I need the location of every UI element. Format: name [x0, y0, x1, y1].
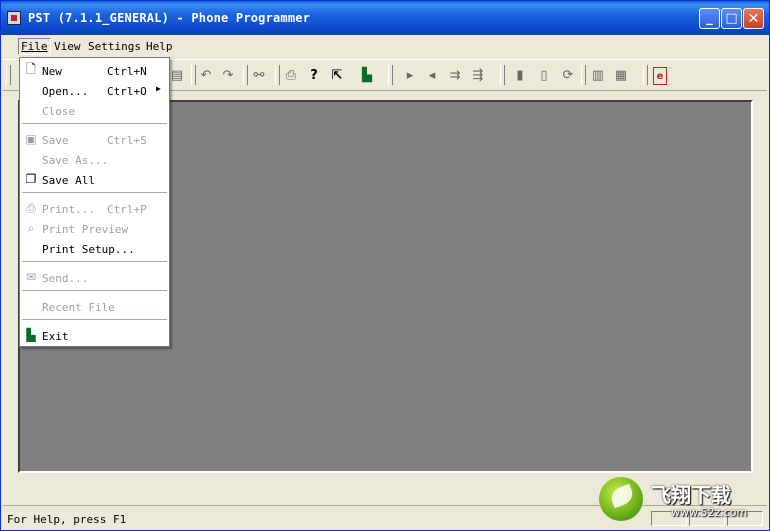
paste-icon[interactable]: ▤	[168, 66, 186, 84]
close-icon: ✕	[747, 10, 760, 27]
watermark-url: www.52z.com	[671, 506, 748, 519]
undo-icon[interactable]: ↶	[197, 66, 215, 84]
write-phone-icon[interactable]: ◂	[423, 66, 441, 84]
menu-item-open[interactable]: Open... Ctrl+O ▶	[20, 81, 169, 99]
print-preview-icon: ⌕	[27, 220, 35, 235]
minimize-button[interactable]: _	[699, 8, 720, 29]
watermark-logo: 飞翔下载 www.52z.com	[593, 473, 763, 527]
title-bar[interactable]: PST (7.1.1_GENERAL) - Phone Programmer _…	[1, 1, 769, 35]
menu-settings[interactable]: Settings	[88, 40, 141, 53]
menu-item-exit[interactable]: ▙ Exit	[20, 326, 169, 344]
menu-item-send[interactable]: ✉ Send...	[20, 268, 169, 286]
window-title: PST (7.1.1_GENERAL) - Phone Programmer	[28, 11, 311, 25]
edit-icon[interactable]: e	[653, 67, 667, 85]
menu-item-print-setup[interactable]: Print Setup...	[20, 239, 169, 257]
menu-item-recent-file[interactable]: Recent File	[20, 297, 169, 315]
menu-separator	[22, 192, 167, 193]
menu-view[interactable]: View	[54, 40, 81, 53]
transfer-icon[interactable]: ⇶	[469, 66, 487, 84]
exit-icon: ▙	[26, 328, 36, 342]
menu-help[interactable]: Help	[146, 40, 173, 53]
close-button[interactable]: ✕	[743, 8, 764, 29]
toolbar-separator	[243, 65, 248, 85]
menu-separator	[22, 290, 167, 291]
toolbar-separator	[191, 65, 196, 85]
help-icon[interactable]: ?	[305, 66, 323, 84]
upload-icon[interactable]: ▮	[511, 66, 529, 84]
menu-item-print-preview[interactable]: ⌕ Print Preview	[20, 219, 169, 237]
redo-icon[interactable]: ↷	[219, 66, 237, 84]
maximize-icon: □	[725, 11, 738, 26]
menu-separator	[22, 319, 167, 320]
print-icon: ⎙	[26, 200, 36, 215]
print-icon[interactable]: ⎙	[282, 66, 300, 84]
menu-item-save-all[interactable]: ❐ Save All	[20, 170, 169, 188]
maximize-button[interactable]: □	[721, 8, 742, 29]
menu-item-print[interactable]: ⎙ Print... Ctrl+P	[20, 199, 169, 217]
toolbar-separator	[388, 65, 393, 85]
menu-bar: File View Settings Help	[3, 36, 767, 58]
menu-item-close[interactable]: Close	[20, 101, 169, 119]
exit-icon[interactable]: ▙	[358, 66, 376, 84]
toolbar-separator	[581, 65, 586, 85]
toolbar-separator	[500, 65, 505, 85]
new-file-icon: 🗋	[26, 61, 36, 76]
app-icon[interactable]	[7, 11, 21, 25]
app-window: PST (7.1.1_GENERAL) - Phone Programmer _…	[0, 0, 770, 531]
settings-tool-icon[interactable]: ▦	[612, 66, 630, 84]
logo-leaf-icon	[599, 477, 643, 521]
read-phone-icon[interactable]: ▸	[401, 66, 419, 84]
refresh-icon[interactable]: ⟳	[559, 66, 577, 84]
submenu-arrow-icon: ▶	[156, 84, 161, 93]
toolbar-separator	[643, 65, 648, 85]
menu-item-save[interactable]: ▣ Save Ctrl+S	[20, 130, 169, 148]
menu-item-new[interactable]: 🗋 New Ctrl+N	[20, 61, 169, 79]
clone-icon[interactable]: ⇉	[446, 66, 464, 84]
save-icon: ▣	[25, 132, 37, 146]
context-help-icon[interactable]: ⇱	[328, 66, 346, 84]
menu-separator	[22, 123, 167, 124]
save-all-icon: ❐	[25, 172, 37, 186]
menu-item-save-as[interactable]: Save As...	[20, 150, 169, 168]
menu-separator	[22, 261, 167, 262]
toolbar-grip[interactable]	[6, 65, 11, 85]
find-icon[interactable]: ⚯	[250, 66, 268, 84]
menu-file[interactable]: File	[18, 38, 51, 55]
tool-icon[interactable]: ▥	[589, 66, 607, 84]
send-icon: ✉	[25, 270, 37, 284]
toolbar-separator	[275, 65, 280, 85]
status-text: For Help, press F1	[7, 513, 127, 526]
watermark-title: 飞翔下载	[651, 483, 731, 507]
download-icon[interactable]: ▯	[535, 66, 553, 84]
minimize-icon: _	[706, 11, 713, 26]
file-menu-dropdown: 🗋 New Ctrl+N Open... Ctrl+O ▶ Close ▣ Sa…	[19, 57, 170, 347]
